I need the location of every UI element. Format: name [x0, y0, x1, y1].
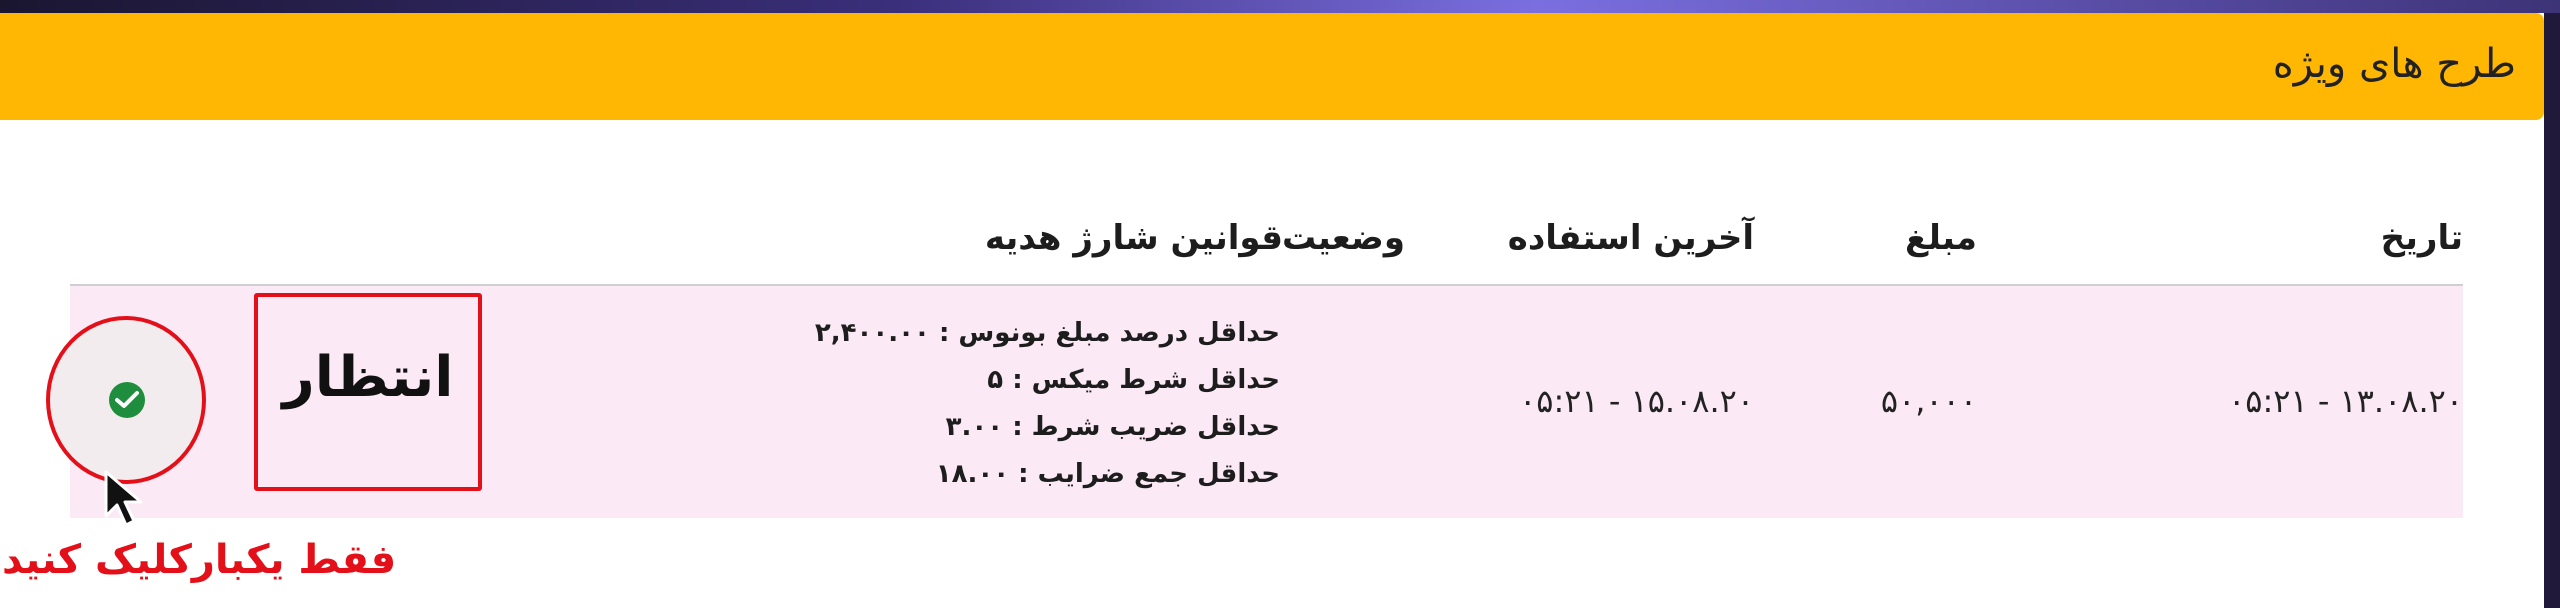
window-edge	[2544, 13, 2560, 608]
instruction-note: فقط یکبارکلیک کنید	[2, 537, 397, 583]
rule-line: حداقل درصد مبلغ بونوس : ۲,۴۰۰.۰۰	[814, 318, 1280, 348]
mouse-pointer-icon	[104, 470, 143, 527]
cell-date: ۱۳.۰۸.۲۰ - ۰۵:۲۱	[2228, 382, 2463, 420]
column-header-amount: مبلغ	[1904, 218, 1977, 258]
section-header: طرح های ویژه	[0, 13, 2544, 120]
top-gradient-bar	[0, 0, 2560, 13]
status-label: انتظار	[282, 345, 454, 410]
rule-line: حداقل جمع ضرایب : ۱۸.۰۰	[935, 459, 1280, 489]
cell-last-used: ۱۵.۰۸.۲۰ - ۰۵:۲۱	[1519, 382, 1754, 420]
rule-line: حداقل ضریب شرط : ۳.۰۰	[945, 412, 1280, 442]
cell-rules: حداقل درصد مبلغ بونوس : ۲,۴۰۰.۰۰ حداقل ش…	[815, 310, 1280, 498]
column-header-last-used: آخرین استفاده	[1507, 218, 1754, 258]
status-highlight-box: انتظار	[254, 293, 482, 491]
section-title: طرح های ویژه	[2272, 41, 2516, 87]
rule-line: حداقل شرط میکس : ۵	[987, 365, 1280, 395]
column-header-date: تاریخ	[2380, 218, 2463, 258]
cell-amount: ۵۰,۰۰۰	[1880, 382, 1977, 420]
column-header-rules: قوانین شارژ هدیه	[984, 218, 1283, 258]
check-circle-icon[interactable]	[109, 382, 145, 418]
column-header-status: وضعیت	[1281, 218, 1405, 258]
